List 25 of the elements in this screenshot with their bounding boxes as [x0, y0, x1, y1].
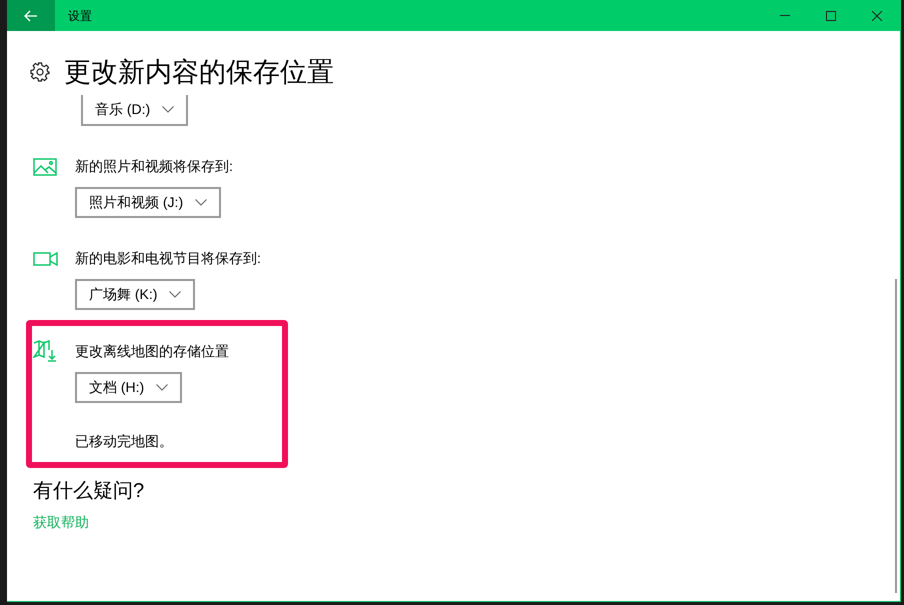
window-title: 设置 [68, 8, 92, 24]
help-heading: 有什么疑问? [33, 479, 146, 504]
chevron-down-icon [162, 106, 174, 113]
close-icon [872, 10, 882, 20]
drive-dropdown[interactable]: 广场舞 (K:) [75, 279, 196, 310]
drive-dropdown[interactable]: 音乐 (D:) [81, 95, 188, 126]
chevron-down-icon [156, 384, 168, 391]
page-title: 更改新内容的保存位置 [64, 56, 334, 89]
video-camera-icon [33, 252, 58, 266]
section-label: 更改离线地图的存储位置 [75, 342, 229, 360]
chevron-down-icon [195, 199, 208, 206]
chevron-down-icon [169, 291, 182, 298]
scrollbar-thumb[interactable] [895, 279, 897, 593]
picture-icon [33, 158, 57, 176]
map-download-icon [33, 340, 57, 362]
drive-dropdown[interactable]: 文档 (H:) [75, 372, 182, 403]
back-button[interactable] [7, 0, 55, 31]
minimize-icon [780, 15, 790, 16]
settings-icon [30, 62, 50, 82]
section-label: 新的电影和电视节目将保存到: [75, 249, 261, 268]
back-arrow-icon [24, 10, 38, 22]
drive-dropdown[interactable]: 照片和视频 (J:) [75, 187, 222, 218]
section-label: 新的照片和视频将保存到: [75, 157, 233, 176]
status-text: 已移动完地图。 [74, 432, 174, 451]
maximize-icon [826, 10, 836, 20]
